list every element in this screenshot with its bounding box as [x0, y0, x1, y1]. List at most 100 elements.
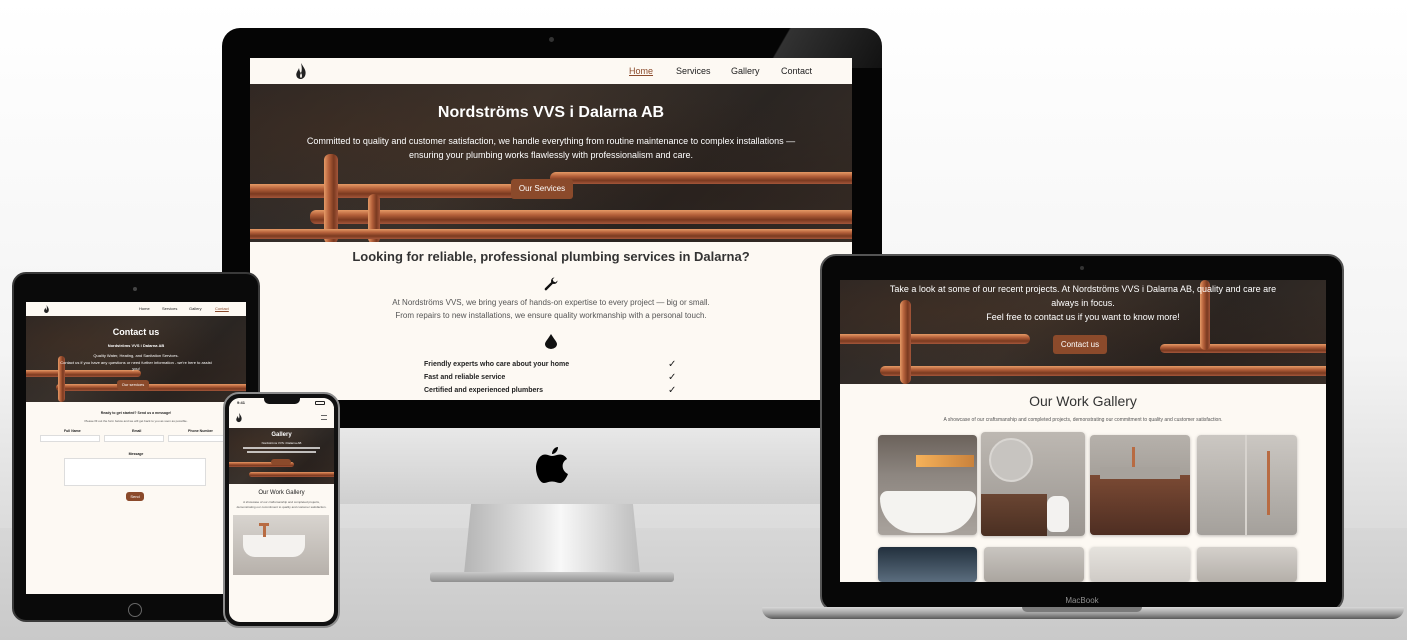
nav-gallery[interactable]: Gallery: [189, 306, 202, 311]
hero-text-line-1: Quality Water, Heating, and Sanitation S…: [93, 353, 179, 358]
nav-gallery[interactable]: Gallery: [731, 66, 760, 76]
pipe: [249, 472, 334, 477]
pipe: [26, 370, 141, 377]
hero-subtitle: Nordströms VVS i Dalarna AB: [107, 343, 165, 348]
intro-line-2: From repairs to new installations, we en…: [395, 311, 707, 320]
form-title: Ready to get started? Send us a message!: [100, 411, 172, 415]
section-text: A showcase of our craftsmanship and comp…: [943, 417, 1223, 423]
gallery-image-grey-tiles[interactable]: [1197, 547, 1297, 582]
nav-home[interactable]: Home: [629, 66, 653, 76]
status-time: 9:41: [237, 400, 246, 405]
phone-notch: [264, 398, 300, 404]
section-title: Our Work Gallery: [1029, 393, 1137, 409]
tablet-hero: Contact us Nordströms VVS i Dalarna AB Q…: [26, 316, 246, 402]
toilet: [1047, 496, 1069, 532]
wood-cabinet: [981, 494, 1047, 536]
shower-rail: [1267, 451, 1270, 515]
desktop-site: Home Services Gallery Contact Nordströms…: [250, 58, 852, 400]
message-textarea[interactable]: [64, 458, 206, 486]
wrench-icon: [544, 277, 558, 291]
hero-title: Nordströms VVS i Dalarna AB: [437, 104, 665, 121]
full-name-label: Full Name: [64, 429, 81, 433]
macbook-label: MacBook: [1065, 596, 1099, 605]
hero-text-line-1: Take a look at some of our recent projec…: [889, 284, 1277, 294]
imac-stand: [464, 504, 640, 574]
hero-text-line-3: you!: [132, 366, 140, 371]
hero-text-line-2: Contact us if you have any questions or …: [60, 360, 212, 365]
pipe: [56, 384, 246, 391]
check-icon: ✓: [668, 359, 677, 370]
hero-text-lines: [247, 451, 316, 453]
macbook-camera: [1080, 266, 1084, 270]
feature-item: Fast and reliable service: [424, 374, 506, 381]
gallery-image-white-tiles[interactable]: [1090, 547, 1190, 582]
bathtub: [880, 491, 976, 533]
nav-contact[interactable]: Contact: [781, 66, 812, 76]
check-icon: ✓: [668, 372, 677, 383]
phone-status-bar: 9:41: [229, 398, 334, 408]
email-label: Email: [132, 429, 142, 433]
gallery-image-outdoor[interactable]: [878, 547, 977, 582]
tablet-site: Home Services Gallery Contact Contact us…: [26, 302, 246, 594]
email-input[interactable]: [104, 435, 164, 442]
gallery-image-shower[interactable]: [1197, 435, 1297, 535]
pipe: [1160, 344, 1326, 353]
hero-text-line-2: ensuring your plumbing works flawlessly …: [408, 150, 694, 160]
nav-contact[interactable]: Contact: [215, 306, 229, 311]
form-subtitle: Please fill out the form below and we wi…: [84, 419, 188, 423]
pipe: [840, 334, 1030, 344]
tablet-navbar: Home Services Gallery Contact: [26, 302, 246, 316]
water-drop-icon: [545, 334, 557, 349]
stone-basin: [1100, 467, 1180, 479]
hero-title: Contact us: [112, 327, 160, 337]
contact-us-button[interactable]: [271, 459, 291, 465]
phone-label: Phone Number: [188, 429, 213, 433]
nav-services[interactable]: Services: [676, 66, 711, 76]
send-button[interactable]: Send: [126, 492, 144, 501]
gallery-image-vanity[interactable]: [981, 432, 1085, 536]
hero-subtitle: Nordströms VVS i Dalarna AB: [261, 441, 302, 445]
battery-icon: [315, 401, 325, 405]
section-text-line-1: A showcase of our craftsmanship and comp…: [243, 500, 320, 504]
intro-line-1: At Nordströms VVS, we bring years of han…: [392, 298, 710, 307]
pipe: [250, 229, 852, 239]
nav-services[interactable]: Services: [162, 306, 177, 311]
gallery-image-trough-sink[interactable]: [1090, 435, 1190, 535]
feature-item: Friendly experts who care about your hom…: [424, 361, 570, 368]
pipe: [310, 210, 852, 224]
imac-camera: [549, 37, 554, 42]
hero-text-line-2: always in focus.: [1051, 298, 1115, 308]
hero-title: Gallery: [271, 432, 292, 438]
contact-us-button[interactable]: Contact us: [1053, 335, 1107, 354]
imac-stand-foot: [430, 572, 674, 582]
flame-icon[interactable]: [43, 304, 50, 314]
gallery-image-sink[interactable]: [233, 515, 329, 575]
hero-text-lines: [243, 447, 320, 449]
apple-logo-icon: [536, 447, 568, 483]
round-mirror: [989, 438, 1033, 482]
faucet: [259, 523, 269, 526]
section-text-line-2: demonstrating our commitment to quality …: [236, 505, 327, 509]
gallery-image-bathtub[interactable]: [878, 435, 977, 535]
hero-text-line-3: Feel free to contact us if you want to k…: [986, 312, 1180, 322]
check-icon: ✓: [668, 385, 677, 396]
hamburger-menu-icon[interactable]: [321, 415, 327, 420]
flame-icon[interactable]: [235, 412, 243, 423]
glass-panel-edge: [1245, 435, 1247, 535]
ipad-home-button[interactable]: [128, 603, 142, 617]
our-services-button[interactable]: Our services: [117, 380, 149, 390]
our-services-button[interactable]: Our Services: [511, 179, 573, 199]
pipe: [880, 366, 1326, 376]
wood-cabinet: [1090, 475, 1190, 535]
laptop-hero: Take a look at some of our recent projec…: [840, 280, 1326, 384]
full-name-input[interactable]: [40, 435, 100, 442]
hero-text-line-1: Committed to quality and customer satisf…: [306, 136, 796, 146]
macbook-opening-notch: [1022, 607, 1142, 612]
gallery-image-stone-wall[interactable]: [984, 547, 1084, 582]
flame-icon[interactable]: [294, 62, 308, 80]
nav-home[interactable]: Home: [139, 306, 150, 311]
phone-hero: Gallery Nordströms VVS i Dalarna AB: [229, 428, 334, 484]
sink-basin: [243, 535, 305, 557]
message-label: Message: [128, 452, 144, 456]
laptop-site: Take a look at some of our recent projec…: [840, 280, 1326, 582]
